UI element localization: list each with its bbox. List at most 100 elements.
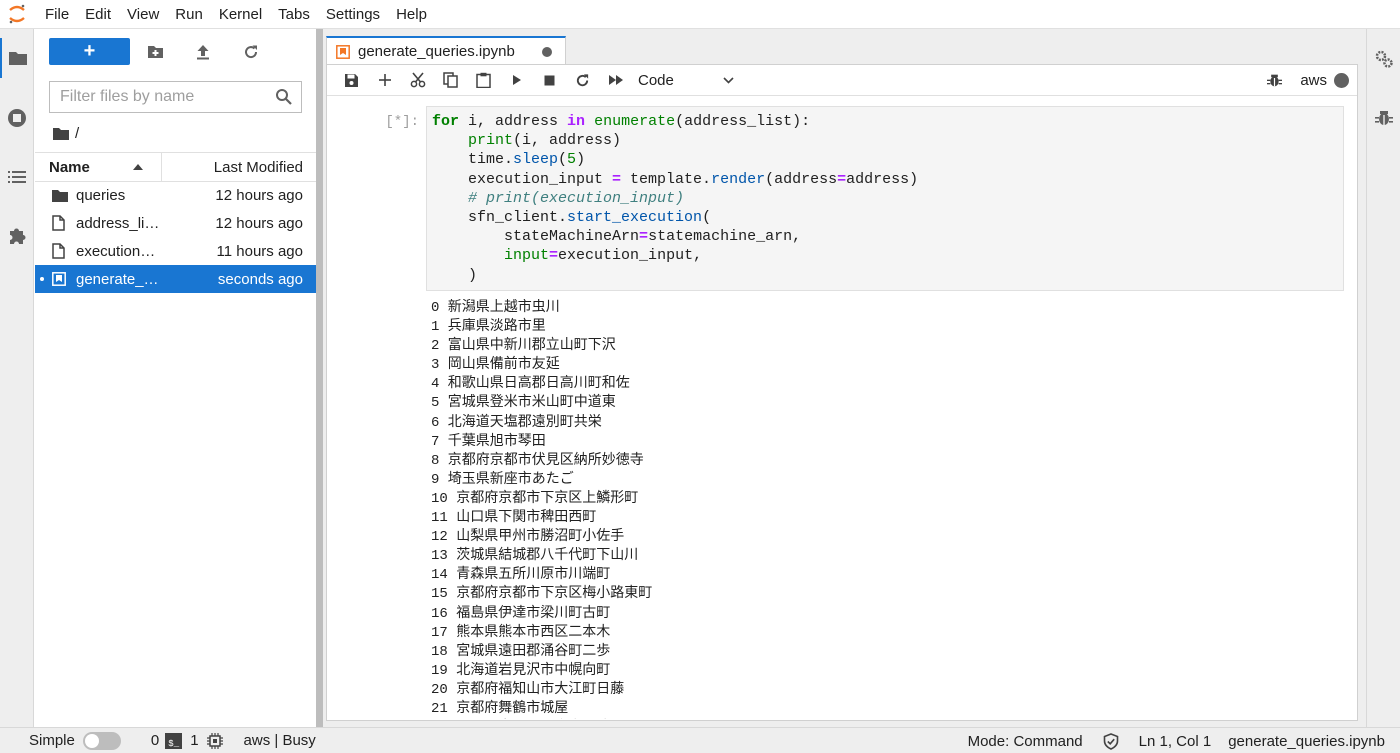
output-line: 0 新潟県上越市虫川 bbox=[431, 300, 560, 316]
cursor-position[interactable]: Ln 1, Col 1 bbox=[1139, 733, 1212, 750]
file-modified: seconds ago bbox=[217, 270, 303, 288]
terminal-icon: $_ bbox=[165, 732, 183, 749]
menubar: File Edit View Run Kernel Tabs Settings … bbox=[0, 0, 1400, 29]
upload-icon bbox=[197, 44, 209, 59]
cell-editor[interactable]: for i, address in enumerate(address_list… bbox=[426, 106, 1344, 291]
file-name: execution… bbox=[76, 242, 156, 260]
menu-kernel[interactable]: Kernel bbox=[211, 0, 270, 29]
file-item-queries[interactable]: queries 12 hours ago bbox=[35, 181, 316, 209]
bug-icon[interactable] bbox=[1267, 73, 1283, 88]
main-dock-area: generate_queries.ipynb Code aws [*]: for… bbox=[323, 29, 1366, 727]
save-button[interactable] bbox=[335, 68, 368, 92]
extension-manager-tab[interactable] bbox=[0, 216, 34, 256]
new-launcher-button[interactable]: + bbox=[49, 38, 130, 65]
code-line: ) bbox=[432, 266, 478, 284]
restart-run-all-button[interactable] bbox=[599, 68, 632, 92]
output-line: 3 岡山県備前市友延 bbox=[431, 357, 560, 374]
code-line: execution_input = template.render(addres… bbox=[432, 170, 919, 188]
output-line: 19 北海道岩見沢市中幌向町 bbox=[431, 662, 611, 679]
menu-settings[interactable]: Settings bbox=[318, 0, 388, 29]
home-folder-icon[interactable] bbox=[53, 127, 69, 140]
restart-kernel-button[interactable] bbox=[566, 68, 599, 92]
filter-box bbox=[49, 81, 302, 113]
output-line: 10 京都府京都市下京区上鱗形町 bbox=[431, 490, 639, 507]
debugger-tab[interactable] bbox=[1367, 98, 1400, 138]
file-item-generate-queries[interactable]: generate_… seconds ago bbox=[35, 265, 316, 293]
bug-icon bbox=[1375, 111, 1393, 125]
tab-generate-queries[interactable]: generate_queries.ipynb bbox=[326, 36, 566, 65]
new-folder-icon bbox=[147, 45, 163, 58]
cell-output: 0 新潟県上越市虫川 1 兵庫県淡路市里 2 富山県中新川郡立山町下沢 3 岡山県備前… bbox=[431, 299, 1341, 719]
run-cell-button[interactable] bbox=[500, 68, 533, 92]
code-line: # print(execution_input) bbox=[468, 189, 685, 207]
code-line: for i, address in enumerate(address_list… bbox=[432, 113, 811, 130]
jupyter-logo-icon bbox=[0, 0, 34, 29]
menu-view[interactable]: View bbox=[119, 0, 167, 29]
scissors-icon bbox=[410, 72, 425, 88]
file-name: queries bbox=[76, 186, 126, 204]
output-line: 2 富山県中新川郡立山町下沢 bbox=[431, 338, 616, 355]
folder-icon bbox=[52, 189, 68, 202]
refresh-icon bbox=[245, 45, 258, 58]
kernel-status[interactable]: aws | Busy bbox=[244, 732, 316, 749]
new-folder-button[interactable] bbox=[131, 38, 179, 65]
file-browser-panel: + / Name Last Modified queries 12 hours … bbox=[35, 29, 316, 727]
extension-icon bbox=[10, 228, 26, 244]
insert-cell-button[interactable] bbox=[368, 68, 401, 92]
panel-splitter[interactable] bbox=[316, 29, 323, 727]
simple-mode-label: Simple bbox=[29, 732, 75, 749]
copy-button[interactable] bbox=[434, 68, 467, 92]
kernel-busy-indicator-icon bbox=[1334, 73, 1349, 88]
code-line: time.sleep(5) bbox=[432, 151, 586, 169]
breadcrumb-root[interactable]: / bbox=[75, 125, 79, 142]
file-list: queries 12 hours ago address_li… 12 hour… bbox=[35, 181, 316, 293]
file-item-execution[interactable]: execution… 11 hours ago bbox=[35, 237, 316, 265]
notebook-icon bbox=[336, 44, 350, 59]
refresh-button[interactable] bbox=[227, 38, 275, 65]
running-icon bbox=[8, 109, 26, 127]
toc-icon bbox=[8, 171, 26, 183]
table-of-contents-tab[interactable] bbox=[0, 157, 34, 197]
fast-forward-icon bbox=[608, 75, 623, 85]
file-browser-tab[interactable] bbox=[0, 38, 34, 78]
file-item-address-list[interactable]: address_li… 12 hours ago bbox=[35, 209, 316, 237]
name-column-header[interactable]: Name bbox=[35, 153, 162, 181]
upload-button[interactable] bbox=[179, 38, 227, 65]
cell-type-select[interactable]: Code bbox=[638, 68, 734, 92]
filter-input[interactable] bbox=[60, 88, 275, 106]
status-bar: Simple 0 $_ 1 aws | Busy Mode: Command L… bbox=[0, 727, 1400, 753]
code-line: sfn_client.start_execution( bbox=[432, 209, 712, 227]
file-modified: 12 hours ago bbox=[215, 214, 303, 232]
terminals-indicator[interactable]: 0 $_ 1 bbox=[151, 732, 223, 749]
output-line: 1 兵庫県淡路市里 bbox=[431, 319, 546, 336]
code-line: input=execution_input, bbox=[504, 247, 703, 265]
cut-button[interactable] bbox=[401, 68, 434, 92]
menu-run[interactable]: Run bbox=[167, 0, 211, 29]
simple-mode-toggle[interactable] bbox=[82, 731, 121, 750]
current-filename: generate_queries.ipynb bbox=[1228, 732, 1385, 750]
kernel-name[interactable]: aws bbox=[1300, 72, 1327, 89]
terminals-count: 0 bbox=[150, 732, 160, 749]
trusted-shield-icon[interactable] bbox=[1103, 732, 1119, 750]
notebook-icon bbox=[52, 272, 66, 286]
unsaved-indicator-icon[interactable] bbox=[542, 46, 552, 57]
gears-icon bbox=[1375, 50, 1393, 68]
menu-file[interactable]: File bbox=[34, 0, 77, 29]
play-icon bbox=[512, 75, 521, 85]
notebook-panel: Code aws [*]: for i, address in enumerat… bbox=[326, 64, 1358, 721]
property-inspector-tab[interactable] bbox=[1367, 39, 1400, 79]
output-line: 9 埼玉県新座市あたご bbox=[431, 471, 574, 488]
running-sessions-tab[interactable] bbox=[0, 98, 34, 138]
modified-column-header[interactable]: Last Modified bbox=[162, 159, 316, 176]
output-line: 5 宮城県登米市米山町中道東 bbox=[431, 395, 616, 412]
output-line: 8 京都府京都市伏見区納所妙徳寺 bbox=[431, 452, 644, 469]
menu-tabs[interactable]: Tabs bbox=[270, 0, 318, 29]
menu-help[interactable]: Help bbox=[388, 0, 435, 29]
menu-edit[interactable]: Edit bbox=[77, 0, 119, 29]
name-column-label: Name bbox=[49, 158, 90, 176]
interrupt-kernel-button[interactable] bbox=[533, 68, 566, 92]
file-icon bbox=[52, 243, 65, 259]
file-modified: 12 hours ago bbox=[215, 186, 303, 204]
paste-button[interactable] bbox=[467, 68, 500, 92]
notebook-mode: Mode: Command bbox=[967, 732, 1083, 750]
